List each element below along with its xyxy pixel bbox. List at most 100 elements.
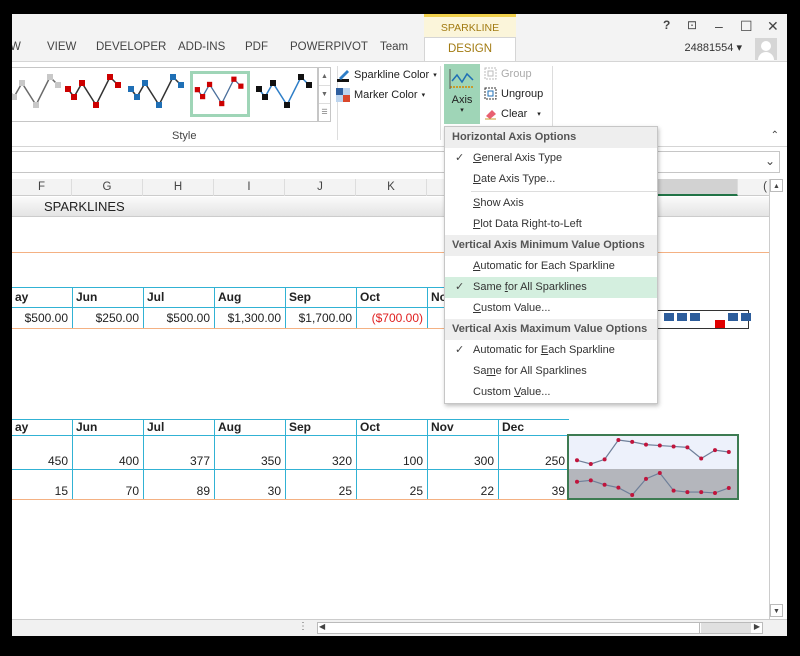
clear-button[interactable]: Clear ▾: [484, 107, 541, 120]
tab-powerpivot[interactable]: POWERPIVOT: [290, 41, 368, 53]
column-header[interactable]: K: [356, 179, 427, 196]
table-header-cell[interactable]: Oct: [356, 419, 427, 436]
horizontal-scrollbar[interactable]: ◀ ▶: [317, 622, 763, 634]
menu-item[interactable]: Same for All Sparklines: [445, 361, 657, 382]
gallery-down-button[interactable]: ▼: [319, 86, 330, 104]
table-cell[interactable]: 70: [72, 470, 143, 499]
style-thumb-gray[interactable]: [12, 71, 64, 117]
table-header-cell[interactable]: ay: [12, 419, 72, 436]
table-cell[interactable]: $500.00: [143, 308, 214, 328]
menu-item[interactable]: Plot Data Right-to-Left: [445, 214, 657, 235]
table-cell[interactable]: 350: [214, 436, 285, 469]
tab-view[interactable]: VIEW: [47, 41, 76, 53]
style-thumb-blue-markers[interactable]: [127, 71, 187, 117]
table-cell[interactable]: $1,300.00: [214, 308, 285, 328]
table-cell[interactable]: 25: [356, 470, 427, 499]
table-header-cell[interactable]: Nov: [427, 419, 498, 436]
formula-bar[interactable]: ⌄: [12, 151, 780, 173]
collapse-ribbon-icon[interactable]: ⌃: [771, 130, 779, 141]
table-cell[interactable]: 100: [356, 436, 427, 469]
table-header-cell[interactable]: Jul: [143, 287, 214, 308]
scroll-left-button[interactable]: ◀: [319, 622, 325, 631]
tab-design[interactable]: DESIGN: [424, 37, 516, 62]
tab-team[interactable]: Team: [380, 41, 408, 53]
sparkline2-marker: [616, 485, 621, 490]
win-bar: [741, 313, 751, 321]
table-cell[interactable]: $500.00: [12, 308, 72, 328]
menu-item[interactable]: Show Axis: [445, 193, 657, 214]
table-header-cell[interactable]: Sep: [285, 419, 356, 436]
column-header[interactable]: (: [738, 179, 769, 196]
table-header-cell[interactable]: Aug: [214, 419, 285, 436]
table-header-cell[interactable]: Oct: [356, 287, 427, 308]
column-header[interactable]: F: [12, 179, 72, 196]
scroll-up-button[interactable]: ▲: [770, 179, 783, 192]
menu-item[interactable]: ✓ Automatic for Each Sparkline: [445, 340, 657, 361]
style-thumb-selected[interactable]: [190, 71, 250, 117]
table-cell[interactable]: $250.00: [72, 308, 143, 328]
table-cell[interactable]: 377: [143, 436, 214, 469]
menu-item[interactable]: ✓ Same for All Sparklines: [445, 277, 657, 298]
table-cell[interactable]: $1,700.00: [285, 308, 356, 328]
table-cell[interactable]: 89: [143, 470, 214, 499]
table-cell[interactable]: ($700.00): [356, 308, 427, 328]
help-button[interactable]: ?: [663, 18, 670, 32]
tab-review[interactable]: W: [12, 41, 21, 53]
menu-section-heading: Vertical Axis Maximum Value Options: [445, 319, 657, 340]
sparkline-color-button[interactable]: Sparkline Color ▾: [336, 68, 437, 82]
user-avatar-icon[interactable]: [755, 38, 777, 60]
scroll-thumb[interactable]: [330, 623, 700, 633]
table-cell[interactable]: 400: [72, 436, 143, 469]
table-cell[interactable]: 30: [214, 470, 285, 499]
menu-item[interactable]: ✓ General Axis Type: [445, 148, 657, 169]
column-header[interactable]: J: [285, 179, 356, 196]
table-header-cell[interactable]: Jun: [72, 287, 143, 308]
minimize-button[interactable]: –: [715, 18, 723, 34]
style-marker: [71, 94, 77, 100]
table-cell[interactable]: 25: [285, 470, 356, 499]
winloss-sparkline[interactable]: [657, 310, 751, 329]
tab-pdf[interactable]: PDF: [245, 41, 268, 53]
marker-color-button[interactable]: Marker Color ▾: [336, 88, 425, 102]
table-cell[interactable]: 300: [427, 436, 498, 469]
account-name[interactable]: 24881554 ▾: [684, 41, 742, 54]
menu-item[interactable]: Date Axis Type...: [445, 169, 657, 190]
gallery-up-button[interactable]: ▲: [319, 68, 330, 86]
table-cell[interactable]: 320: [285, 436, 356, 469]
table-header-cell[interactable]: Dec: [498, 419, 569, 436]
axis-button[interactable]: Axis ▾: [444, 64, 480, 124]
menu-item[interactable]: Custom Value...: [445, 382, 657, 403]
table-cell[interactable]: 15: [12, 470, 72, 499]
expand-formula-bar-icon[interactable]: ⌄: [765, 154, 775, 168]
gallery-more-button[interactable]: ☰: [319, 104, 330, 122]
table-cell[interactable]: 39: [498, 470, 569, 499]
table-header-cell[interactable]: Jun: [72, 419, 143, 436]
table-cell[interactable]: 450: [12, 436, 72, 469]
menu-item[interactable]: Automatic for Each Sparkline: [445, 256, 657, 277]
column-header[interactable]: I: [214, 179, 285, 196]
scroll-down-button[interactable]: ▼: [770, 604, 783, 617]
close-button[interactable]: ✕: [767, 18, 779, 35]
table-header-cell[interactable]: Sep: [285, 287, 356, 308]
tab-developer[interactable]: DEVELOPER: [96, 41, 166, 53]
menu-item[interactable]: Custom Value...: [445, 298, 657, 319]
table-header-cell[interactable]: Jul: [143, 419, 214, 436]
style-thumb-red-markers[interactable]: [64, 71, 124, 117]
line-sparklines[interactable]: [567, 434, 739, 500]
scroll-right-button[interactable]: ▶: [754, 622, 760, 631]
column-header[interactable]: G: [72, 179, 143, 196]
table-cell[interactable]: 250: [498, 436, 569, 469]
column-header[interactable]: H: [143, 179, 214, 196]
tab-add-ins[interactable]: ADD-INS: [178, 41, 225, 53]
group-button[interactable]: Group: [484, 67, 532, 80]
sparkline2-marker: [726, 485, 731, 490]
ribbon-display-options-button[interactable]: ⊡: [687, 18, 697, 32]
table-cell[interactable]: 22: [427, 470, 498, 499]
vertical-scrollbar[interactable]: ▲ ▼: [769, 179, 783, 619]
table-header-cell[interactable]: Aug: [214, 287, 285, 308]
style-thumb-black-markers[interactable]: [255, 71, 315, 117]
split-handle-icon[interactable]: ⋮: [298, 621, 308, 632]
maximize-button[interactable]: ☐: [740, 18, 753, 35]
ungroup-button[interactable]: Ungroup: [484, 87, 543, 100]
table-header-cell[interactable]: ay: [12, 287, 72, 308]
